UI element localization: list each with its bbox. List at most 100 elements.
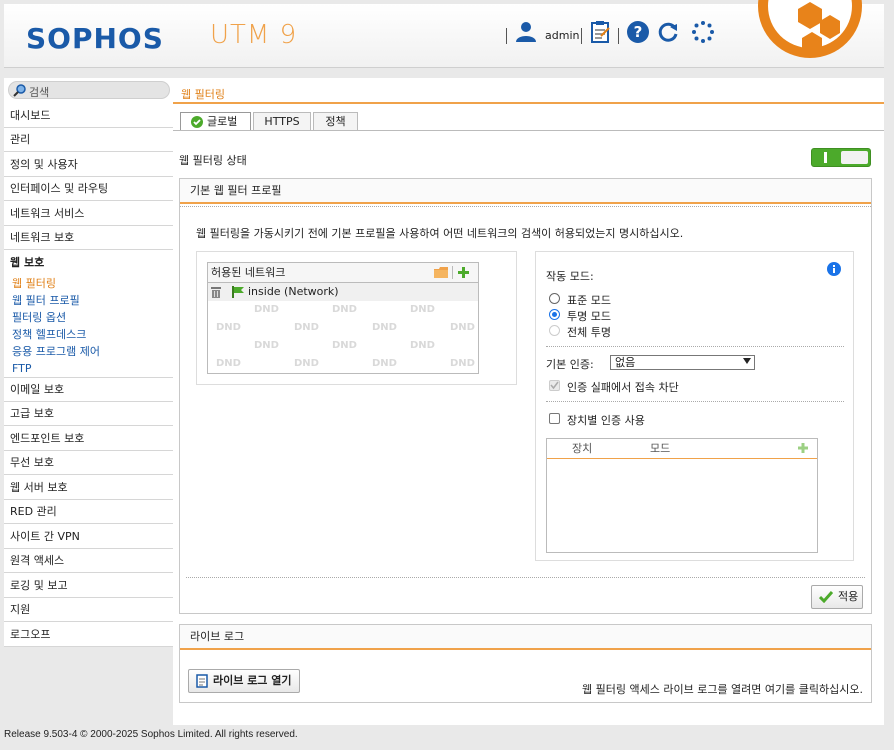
refresh-icon[interactable] — [656, 20, 680, 44]
sidebar-item-email-protection[interactable]: 이메일 보호 — [4, 378, 173, 402]
footer-copyright: Release 9.503-4 © 2000-2025 Sophos Limit… — [4, 729, 298, 740]
add-icon[interactable] — [458, 267, 469, 278]
sidebar-item-support[interactable]: 지원 — [4, 598, 173, 622]
allowed-networks-box: 허용된 네트워크 inside (Network) DND DND DND DN… — [196, 251, 517, 385]
default-profile-description: 웹 필터링을 가동시키기 전에 기본 프로필을 사용하여 어떤 네트워크의 검색… — [196, 227, 684, 240]
title-underline — [173, 102, 884, 104]
sidebar-item-advanced-protection[interactable]: 고급 보호 — [4, 402, 173, 426]
dnd-watermark: DND — [254, 304, 279, 315]
sidebar-item-network-services[interactable]: 네트워크 서비스 — [4, 202, 173, 226]
list-item[interactable]: inside (Network) — [208, 283, 478, 301]
open-live-log-label: 라이브 로그 열기 — [213, 674, 292, 687]
dnd-watermark: DND — [332, 304, 357, 315]
divider — [186, 577, 865, 578]
dnd-watermark: DND — [410, 304, 435, 315]
allowed-networks-header: 허용된 네트워크 — [208, 263, 478, 283]
default-auth-select[interactable]: 없음 — [610, 355, 755, 370]
toggle-knob — [841, 151, 868, 164]
dnd-watermark: DND — [216, 358, 241, 369]
apply-button[interactable]: 적용 — [811, 585, 863, 609]
divider — [546, 401, 844, 402]
network-object-icon — [232, 286, 244, 298]
default-auth-label: 기본 인증: — [546, 358, 594, 371]
network-item-label: inside (Network) — [248, 285, 339, 298]
block-on-auth-failure-checkbox[interactable] — [549, 380, 560, 391]
open-live-log-button[interactable]: 라이브 로그 열기 — [188, 669, 300, 693]
toggle-on-indicator — [824, 152, 827, 163]
product-name: UTM 9 — [210, 20, 298, 50]
device-auth-table[interactable]: 장치 모드 — [546, 438, 818, 553]
sidebar-item-logging-reporting[interactable]: 로깅 및 보고 — [4, 574, 173, 598]
allowed-networks-title: 허용된 네트워크 — [211, 266, 286, 279]
sidebar-item-web-protection[interactable]: 웹 보호 — [4, 251, 173, 275]
dnd-watermark: DND — [372, 322, 397, 333]
tab-underline — [173, 130, 884, 131]
page-title: 웹 필터링 — [181, 88, 225, 101]
folder-icon[interactable] — [434, 267, 448, 278]
dnd-watermark: DND — [450, 358, 475, 369]
tab-policies[interactable]: 정책 — [313, 112, 358, 130]
live-log-description: 웹 필터링 액세스 라이브 로그를 열려면 여기를 클릭하십시오. — [582, 683, 863, 696]
live-log-panel: 라이브 로그 라이브 로그 열기 웹 필터링 액세스 라이브 로그를 열려면 여… — [179, 624, 872, 703]
device-auth-checkbox[interactable] — [549, 413, 560, 424]
check-icon — [819, 591, 833, 603]
sidebar-subitem-application-control[interactable]: 응용 프로그램 제어 — [12, 343, 100, 360]
mode-transparent-label: 투명 모드 — [567, 310, 611, 323]
device-column-header: 장치 — [572, 442, 593, 455]
sidebar-item-network-protection[interactable]: 네트워크 보호 — [4, 226, 173, 250]
sidebar-item-remote-access[interactable]: 원격 액세스 — [4, 549, 173, 573]
search-input[interactable]: 검색 — [8, 81, 170, 99]
operation-mode-box: 작동 모드: 표준 모드 투명 모드 전체 투명 기본 인증: 없음 인증 실패… — [535, 251, 854, 561]
divider — [546, 346, 844, 347]
mode-transparent-radio[interactable] — [549, 309, 560, 320]
loading-spinner-icon — [691, 20, 715, 44]
sidebar-item-wireless-protection[interactable]: 무선 보호 — [4, 451, 173, 475]
help-icon[interactable]: ? — [626, 20, 650, 44]
user-icon[interactable] — [514, 20, 538, 44]
sidebar-item-site-to-site-vpn[interactable]: 사이트 간 VPN — [4, 525, 173, 549]
sidebar-item-definitions-users[interactable]: 정의 및 사용자 — [4, 153, 173, 177]
sidebar-subitem-web-filter-profiles[interactable]: 웹 필터 프로필 — [12, 292, 80, 309]
log-document-icon — [196, 674, 208, 688]
web-filtering-status-toggle[interactable] — [811, 148, 871, 167]
chevron-down-icon — [743, 358, 751, 364]
add-icon[interactable] — [798, 443, 808, 453]
trash-icon[interactable] — [211, 286, 221, 298]
svg-text:?: ? — [634, 23, 643, 41]
clipboard-icon[interactable] — [589, 20, 613, 44]
admin-user-label[interactable]: admin — [545, 29, 579, 42]
mode-full-transparent-label: 전체 투명 — [567, 326, 611, 339]
sidebar-item-dashboard[interactable]: 대시보드 — [4, 104, 173, 128]
drop-zone: DND DND DND DND DND DND DND DND DND DND … — [208, 301, 478, 373]
sidebar: 검색 대시보드 관리 정의 및 사용자 인터페이스 및 라우팅 네트워크 서비스… — [4, 78, 173, 647]
sidebar-subitem-web-filtering[interactable]: 웹 필터링 — [12, 275, 56, 292]
sophos-logo: SOPHOS — [26, 22, 164, 55]
sidebar-item-logoff[interactable]: 로그오프 — [4, 623, 173, 647]
allowed-networks-list[interactable]: 허용된 네트워크 inside (Network) DND DND DND DN… — [207, 262, 479, 374]
search-icon — [13, 84, 26, 97]
mode-full-transparent-radio[interactable] — [549, 325, 560, 336]
tab-https[interactable]: HTTPS — [253, 112, 311, 130]
sidebar-subitem-policy-helpdesk[interactable]: 정책 헬프데스크 — [12, 326, 86, 343]
dnd-watermark: DND — [372, 358, 397, 369]
sidebar-item-endpoint-protection[interactable]: 엔드포인트 보호 — [4, 427, 173, 451]
divider — [452, 266, 453, 279]
device-table-header: 장치 모드 — [547, 439, 817, 459]
tab-global-label: 글로벌 — [207, 115, 238, 128]
tab-global[interactable]: 글로벌 — [180, 112, 251, 130]
search-placeholder: 검색 — [29, 86, 50, 99]
dnd-watermark: DND — [410, 340, 435, 351]
mode-standard-radio[interactable] — [549, 293, 560, 304]
default-auth-value: 없음 — [615, 356, 636, 369]
web-filtering-status-label: 웹 필터링 상태 — [179, 154, 247, 167]
dnd-watermark: DND — [294, 358, 319, 369]
device-auth-label: 장치별 인증 사용 — [567, 414, 645, 427]
sidebar-subitem-ftp[interactable]: FTP — [12, 360, 32, 377]
sidebar-subitem-filtering-options[interactable]: 필터링 옵션 — [12, 309, 66, 326]
sidebar-item-management[interactable]: 관리 — [4, 128, 173, 152]
info-icon[interactable] — [827, 262, 841, 276]
divider — [180, 206, 871, 207]
sidebar-item-interfaces-routing[interactable]: 인터페이스 및 라우팅 — [4, 177, 173, 201]
sidebar-item-red-management[interactable]: RED 관리 — [4, 500, 173, 524]
sidebar-item-webserver-protection[interactable]: 웹 서버 보호 — [4, 476, 173, 500]
